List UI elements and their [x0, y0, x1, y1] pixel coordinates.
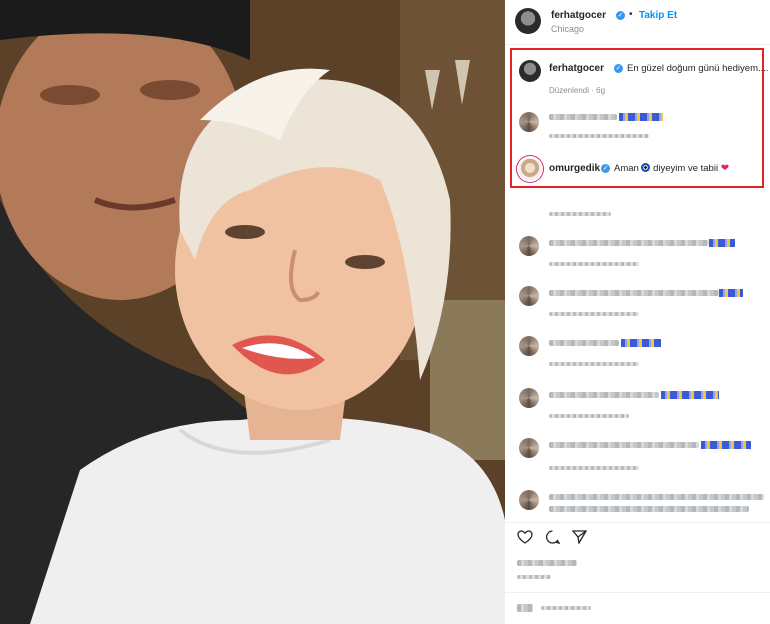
comment-blurred-text — [549, 240, 709, 246]
comment-avatar[interactable] — [519, 236, 539, 256]
comment-blurred-emoji — [701, 441, 751, 449]
comment-blurred-emoji — [619, 113, 663, 121]
photo-illustration — [0, 0, 505, 624]
comment-blurred-emoji — [719, 289, 743, 297]
follow-button[interactable]: Takip Et — [639, 10, 677, 21]
likes-count-blurred[interactable] — [517, 560, 577, 566]
comment-blurred-text — [549, 442, 699, 448]
comments-divider — [505, 522, 770, 523]
comment-blurred-text — [549, 506, 749, 512]
commenter-username[interactable]: omurgedik — [549, 163, 600, 174]
comment-blurred-meta — [549, 262, 639, 266]
comment-avatar[interactable] — [519, 336, 539, 356]
comment-blurred-text — [549, 392, 659, 398]
caption-text: En güzel doğum günü hediyem.... — [627, 63, 769, 74]
view-replies-blurred[interactable] — [549, 212, 611, 216]
post-header: ferhatgocer ✓ • Takip Et Chicago — [515, 6, 765, 38]
comment-blurred-meta — [549, 362, 639, 366]
comment-blurred-text — [549, 290, 719, 296]
comment-blurred-emoji — [709, 239, 735, 247]
post-photo[interactable] — [0, 0, 505, 624]
red-heart-icon: ❤ — [720, 163, 730, 174]
comment-blurred-meta — [549, 466, 639, 470]
comment-blurred-meta — [549, 134, 649, 138]
post-location[interactable]: Chicago — [551, 24, 584, 34]
comment-avatar[interactable] — [519, 490, 539, 510]
comment-avatar[interactable] — [519, 286, 539, 306]
comment-avatar[interactable] — [519, 388, 539, 408]
footer-divider — [505, 592, 770, 593]
author-username[interactable]: ferhatgocer — [551, 10, 606, 21]
caption-author-username[interactable]: ferhatgocer — [549, 63, 604, 74]
comment-blurred-text — [549, 114, 617, 120]
comment-blurred-meta — [549, 414, 629, 418]
comment-blurred-text — [549, 340, 619, 346]
comment-blurred-emoji — [661, 391, 719, 399]
comment-avatar[interactable] — [519, 112, 539, 132]
post-side-panel: ferhatgocer ✓ • Takip Et Chicago ferhatg… — [505, 0, 770, 624]
comment-icon[interactable] — [545, 530, 560, 544]
comment-blurred-meta — [549, 312, 639, 316]
header-divider — [505, 44, 770, 45]
comment-avatar[interactable] — [519, 438, 539, 458]
nazar-boncugu-icon — [641, 163, 651, 172]
comment-text-part: Aman — [614, 163, 639, 174]
separator-dot: • — [629, 9, 633, 20]
comment-blurred-text — [549, 494, 764, 500]
author-avatar[interactable] — [515, 8, 541, 34]
post-date-blurred — [517, 575, 551, 579]
caption-author-avatar[interactable] — [519, 60, 541, 82]
commenter-avatar[interactable] — [519, 158, 541, 180]
comment-text-part: diyeyim ve tabii — [653, 163, 719, 174]
add-comment-blurred[interactable] — [541, 606, 591, 610]
comment-blurred-emoji — [621, 339, 661, 347]
heart-outline-icon[interactable] — [517, 530, 533, 544]
caption-meta: Düzenlendi · 6g — [549, 86, 606, 95]
verified-badge-icon: ✓ — [616, 11, 625, 20]
verified-badge-icon: ✓ — [601, 164, 610, 173]
verified-badge-icon: ✓ — [614, 64, 623, 73]
highlight-comment-text: Aman diyeyim ve tabii ❤ — [614, 163, 729, 174]
share-icon[interactable] — [572, 530, 587, 544]
emoji-picker-blurred[interactable] — [517, 604, 533, 612]
